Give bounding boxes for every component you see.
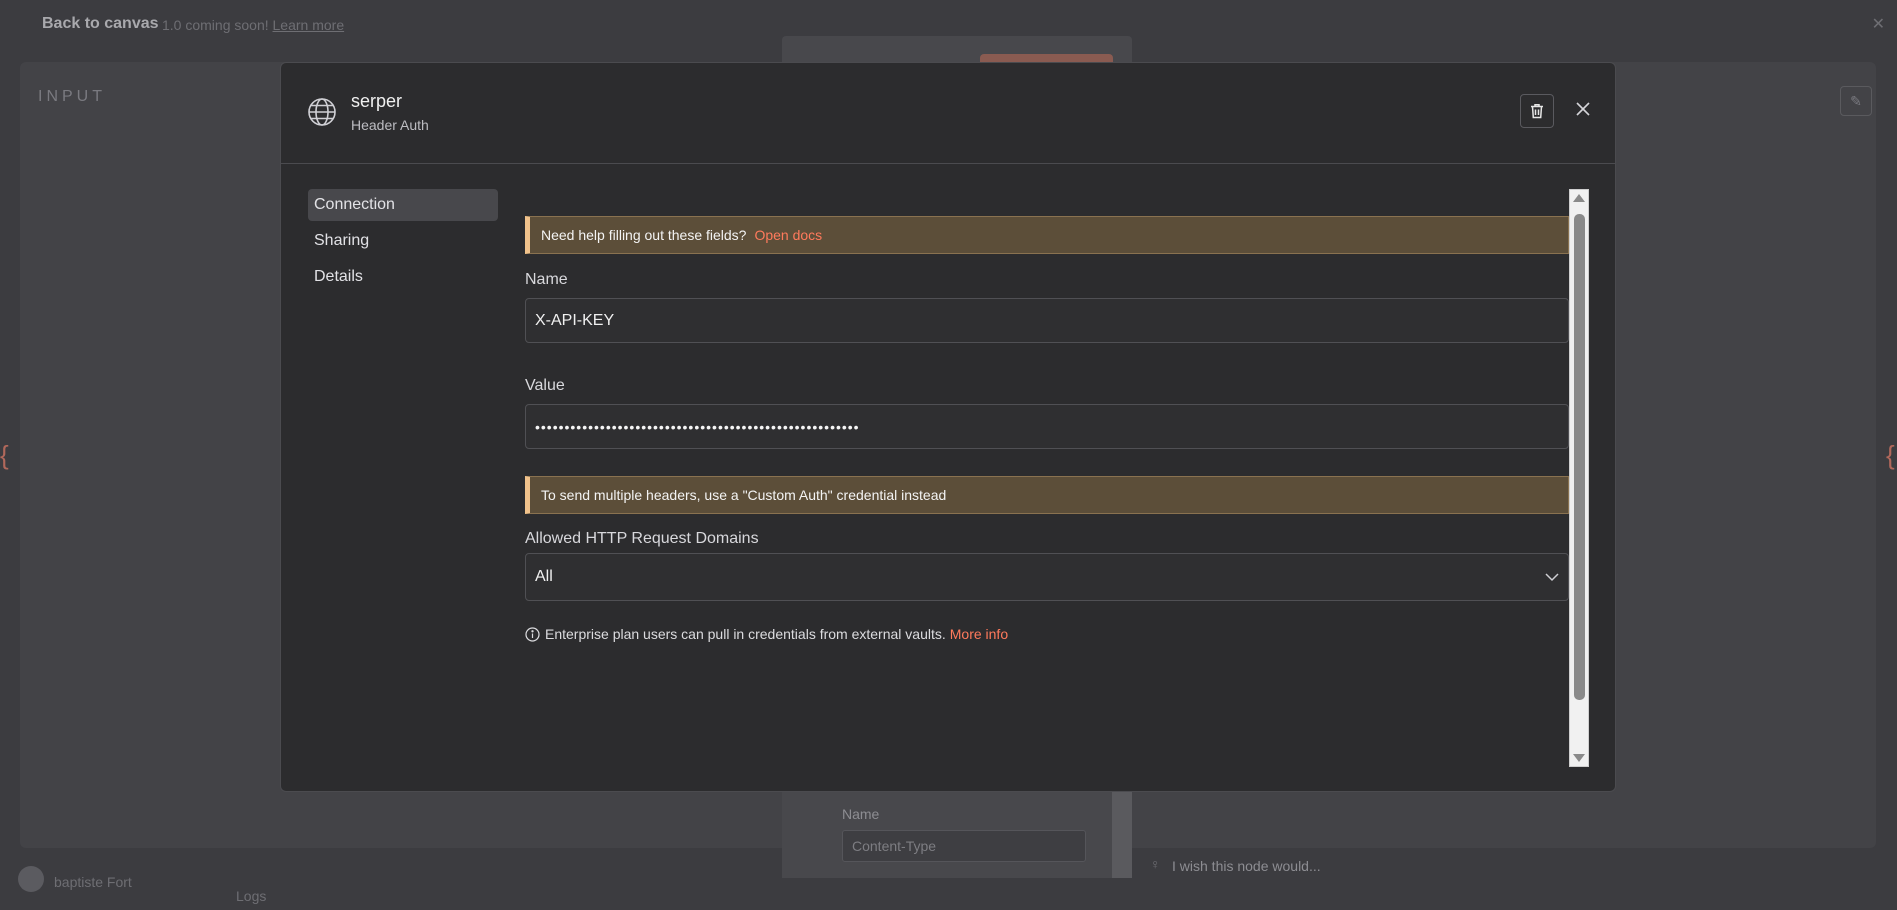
- help-callout: Need help filling out these fields? Open…: [525, 216, 1569, 254]
- delete-credential-button[interactable]: [1520, 94, 1554, 128]
- domains-select[interactable]: All: [525, 553, 1569, 601]
- open-docs-link[interactable]: Open docs: [754, 227, 822, 243]
- name-field-label: Name: [525, 271, 568, 288]
- name-field-input[interactable]: X-API-KEY: [525, 298, 1569, 343]
- scroll-up-arrow-icon[interactable]: [1573, 194, 1585, 202]
- feedback-input[interactable]: I wish this node would...: [1172, 858, 1321, 874]
- trash-icon: [1531, 104, 1543, 119]
- enterprise-note: Enterprise plan users can pull in creden…: [525, 626, 1008, 642]
- content-type-input[interactable]: Content-Type: [842, 830, 1086, 862]
- globe-icon: [308, 98, 336, 126]
- lightbulb-icon: ♀: [1150, 856, 1161, 872]
- headers-callout: To send multiple headers, use a "Custom …: [525, 476, 1569, 514]
- credential-type: Header Auth: [351, 117, 429, 133]
- close-modal-button[interactable]: [1571, 97, 1595, 121]
- background-close-icon[interactable]: ✕: [1872, 14, 1885, 34]
- coming-soon-banner: 1.0 coming soon! Learn more: [162, 17, 344, 33]
- headers-callout-text: To send multiple headers, use a "Custom …: [541, 487, 947, 503]
- back-to-canvas-link[interactable]: Back to canvas: [42, 15, 159, 33]
- modal-header: serper Header Auth: [281, 63, 1615, 164]
- user-avatar[interactable]: [18, 866, 44, 892]
- close-icon: [1576, 102, 1590, 116]
- connection-form: Need help filling out these fields? Open…: [525, 189, 1596, 767]
- right-brace-icon: {: [1886, 440, 1895, 470]
- domains-field-label: Allowed HTTP Request Domains: [525, 530, 759, 547]
- coming-soon-text: 1.0 coming soon!: [162, 17, 269, 33]
- scroll-down-arrow-icon[interactable]: [1573, 754, 1585, 762]
- modal-sidebar: Connection Sharing Details: [308, 189, 498, 297]
- info-icon: [525, 626, 540, 642]
- user-name: baptiste Fort: [54, 874, 132, 890]
- background-name-label: Name: [842, 806, 880, 822]
- input-panel-title: INPUT: [38, 88, 106, 105]
- credential-name[interactable]: serper: [351, 91, 402, 112]
- chevron-down-icon: [1545, 572, 1559, 581]
- learn-more-link[interactable]: Learn more: [273, 17, 345, 33]
- credential-modal: serper Header Auth Connection Sharing De…: [280, 62, 1616, 792]
- value-field-masked: ••••••••••••••••••••••••••••••••••••••••…: [535, 418, 860, 435]
- domains-selected-value: All: [535, 568, 553, 585]
- value-field-label: Value: [525, 377, 565, 394]
- sidebar-item-sharing[interactable]: Sharing: [308, 225, 498, 257]
- value-field-input[interactable]: ••••••••••••••••••••••••••••••••••••••••…: [525, 404, 1569, 449]
- name-field-value: X-API-KEY: [535, 311, 615, 329]
- sidebar-item-details[interactable]: Details: [308, 261, 498, 293]
- sidebar-item-connection[interactable]: Connection: [308, 189, 498, 221]
- edit-pencil-icon[interactable]: ✎: [1840, 86, 1872, 116]
- logs-tab[interactable]: Logs: [236, 888, 266, 904]
- background-scrollbar[interactable]: [1112, 790, 1132, 878]
- left-brace-icon: {: [0, 440, 9, 470]
- more-info-link[interactable]: More info: [950, 626, 1008, 642]
- scroll-thumb[interactable]: [1574, 214, 1585, 700]
- help-callout-text: Need help filling out these fields?: [541, 227, 747, 243]
- enterprise-note-text: Enterprise plan users can pull in creden…: [545, 626, 946, 642]
- form-scrollbar[interactable]: [1569, 189, 1589, 767]
